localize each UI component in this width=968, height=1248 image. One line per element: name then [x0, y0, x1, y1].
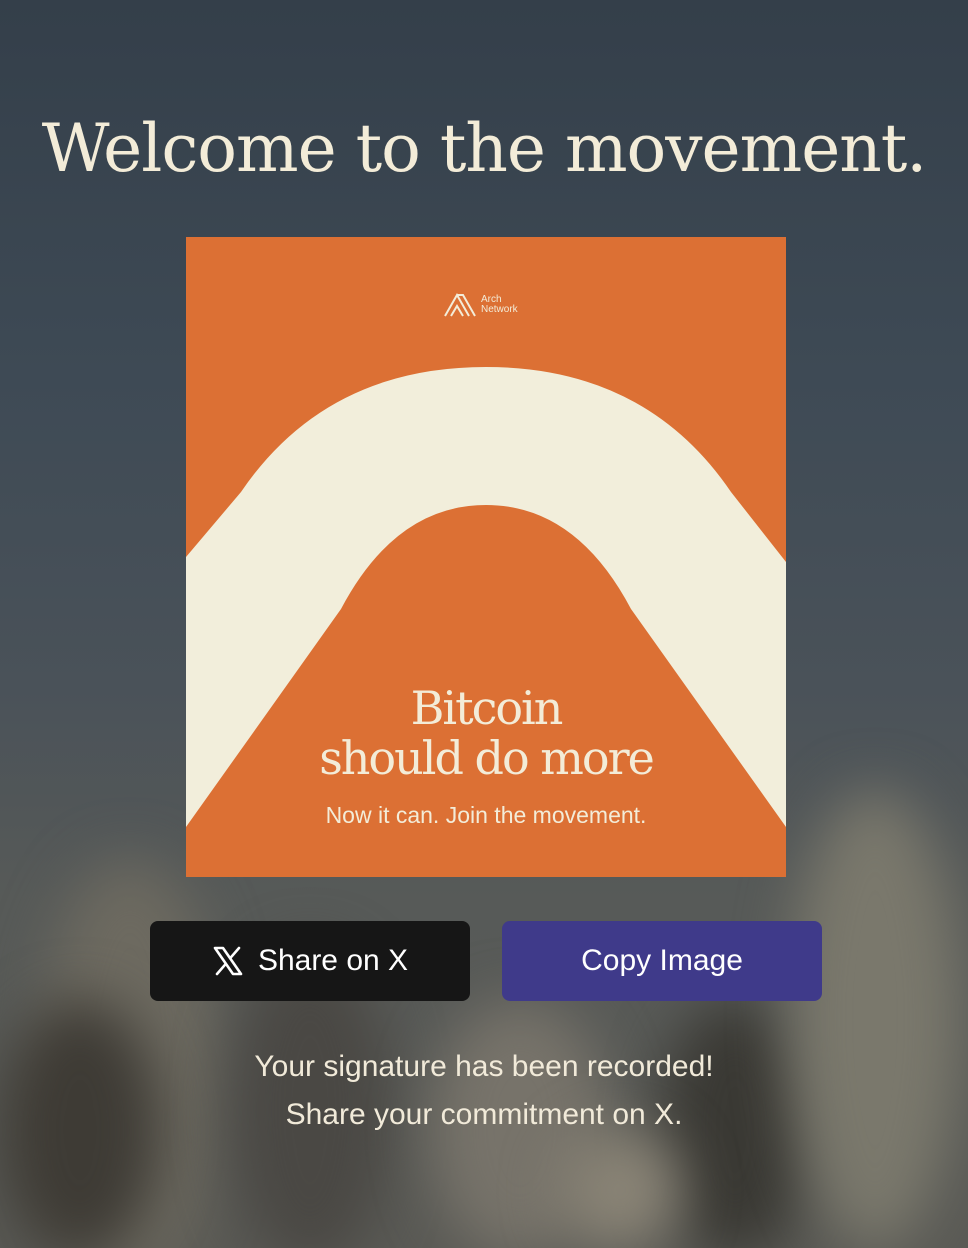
x-logo-icon	[213, 946, 243, 976]
arch-network-logo-icon	[444, 293, 476, 317]
copy-image-button[interactable]: Copy Image	[502, 921, 822, 1001]
share-on-x-label: Share on X	[257, 944, 409, 977]
page-heading: Welcome to the movement.	[41, 110, 928, 187]
logo-text-network: Network	[481, 304, 518, 315]
arch-network-logo: Arch Network	[444, 292, 518, 318]
card-title-line2: should do more	[319, 731, 655, 785]
share-card-image: Arch Network Bitcoin should do more Now …	[186, 237, 786, 877]
card-subtitle: Now it can. Join the movement.	[325, 802, 647, 828]
status-line-1: Your signature has been recorded!	[254, 1050, 714, 1083]
background-blur-shape	[790, 790, 960, 1248]
card-title: Bitcoin should do more	[186, 683, 786, 783]
status-line-2: Share your commitment on X.	[285, 1098, 683, 1131]
background-blur-shape	[560, 1130, 680, 1248]
copy-image-label: Copy Image	[581, 944, 743, 977]
status-message: Your signature has been recorded! Share …	[0, 1043, 968, 1139]
card-title-line1: Bitcoin	[410, 681, 564, 735]
share-on-x-button[interactable]: Share on X	[150, 921, 470, 1001]
